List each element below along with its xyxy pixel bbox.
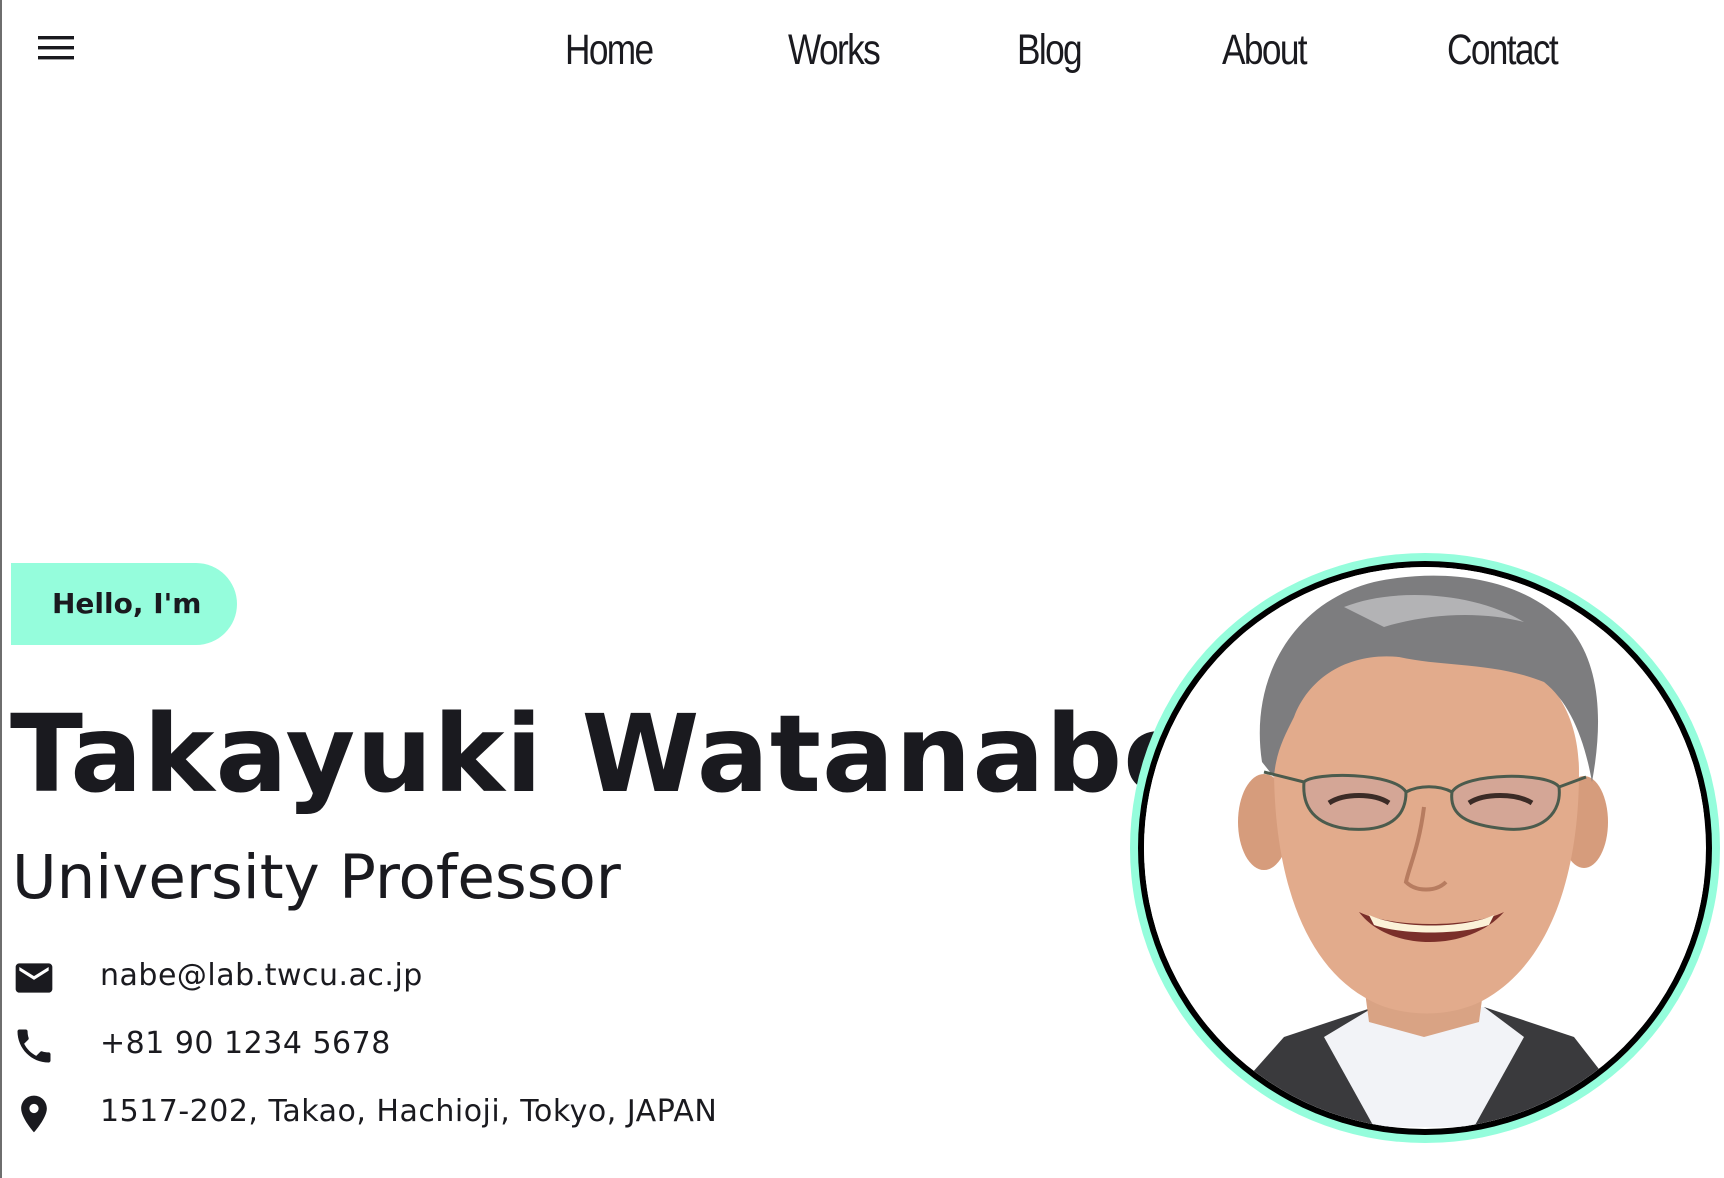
email-contact-row: nabe@lab.twcu.ac.jp	[12, 951, 812, 1001]
nav-works-link[interactable]: Works	[788, 20, 881, 80]
phone-contact-row: +81 90 1234 5678	[12, 1019, 812, 1069]
main-navigation: Home Works Blog About Contact	[0, 20, 1724, 80]
email-address[interactable]: nabe@lab.twcu.ac.jp	[100, 951, 423, 1001]
profile-title: University Professor	[12, 842, 621, 913]
nav-blog-link[interactable]: Blog	[1017, 20, 1083, 80]
nav-home-link[interactable]: Home	[565, 20, 654, 80]
location-pin-icon	[12, 1092, 56, 1136]
postal-address: 1517-202, Takao, Hachioji, Tokyo, JAPAN	[100, 1094, 718, 1129]
profile-photo	[1144, 567, 1706, 1129]
greeting-badge: Hello, I'm	[11, 563, 237, 645]
phone-icon	[12, 1024, 56, 1068]
phone-number[interactable]: +81 90 1234 5678	[100, 1019, 391, 1069]
profile-photo-frame	[1130, 553, 1720, 1143]
nav-about-link[interactable]: About	[1222, 20, 1308, 80]
window-left-edge	[0, 0, 2, 1178]
nav-contact-link[interactable]: Contact	[1447, 20, 1559, 80]
address-contact-row: 1517-202, Takao, Hachioji, Tokyo, JAPAN	[12, 1087, 812, 1137]
mail-icon	[12, 956, 56, 1000]
portrait-illustration	[1144, 567, 1704, 1127]
profile-name: Takayuki Watanabe	[10, 693, 1197, 817]
